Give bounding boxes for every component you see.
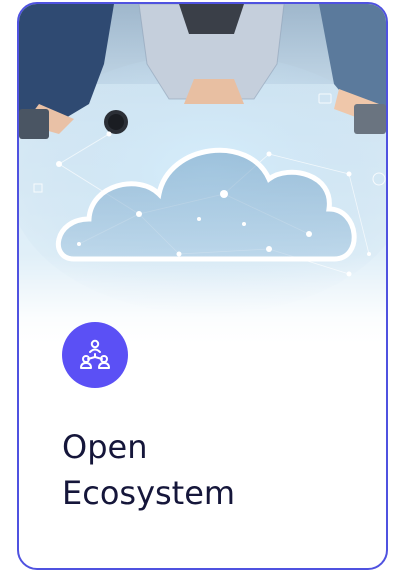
card-title-line-2: Ecosystem — [62, 474, 236, 512]
card-title: Open Ecosystem — [62, 424, 235, 516]
network-people-icon — [62, 322, 128, 388]
card-title-line-1: Open — [62, 428, 148, 466]
hero-image — [19, 4, 386, 344]
feature-card[interactable]: Open Ecosystem — [17, 2, 388, 570]
